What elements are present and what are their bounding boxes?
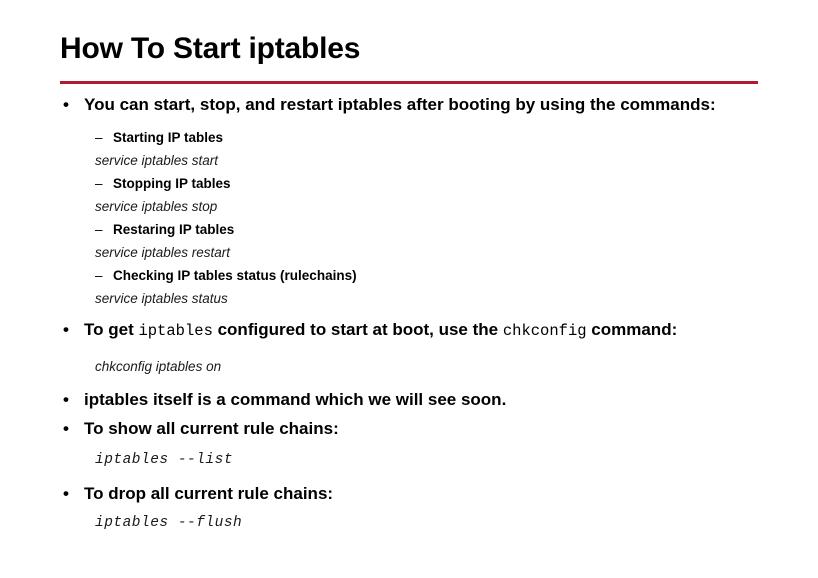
bullet-chkconfig-text-2: configured to start at boot, use the <box>212 320 503 339</box>
command-service-restart: service iptables restart <box>95 245 231 260</box>
bullet-intro-text: You can start, stop, and restart iptable… <box>84 95 716 114</box>
dash-marker: – <box>95 130 103 145</box>
bullet-marker: • <box>63 484 69 503</box>
bullet-drop-chains: • To drop all current rule chains: <box>0 483 818 504</box>
bullet-iptables-itself-text: iptables itself is a command which we wi… <box>84 390 507 409</box>
bullet-chkconfig-text-3: command: <box>586 320 678 339</box>
dash-marker: – <box>95 222 103 237</box>
command-chkconfig-on: chkconfig iptables on <box>95 359 222 374</box>
bullet-marker: • <box>63 320 69 339</box>
sub-item-label: Starting IP tables <box>113 130 224 145</box>
bullet-marker: • <box>63 390 69 409</box>
dash-marker: – <box>95 176 103 191</box>
sub-item-label: Restaring IP tables <box>113 222 235 237</box>
command-service-start: service iptables start <box>95 153 219 168</box>
command-service-status: service iptables status <box>95 291 228 306</box>
command-iptables-list: iptables --list <box>95 452 234 468</box>
inline-code-iptables: iptables <box>138 322 213 340</box>
sub-item-restarting: – Restaring IP tables <box>0 221 818 238</box>
sub-item-starting: – Starting IP tables <box>0 129 818 146</box>
bullet-show-chains-text: To show all current rule chains: <box>84 419 339 438</box>
command-iptables-flush: iptables --flush <box>95 515 243 531</box>
bullet-iptables-itself: • iptables itself is a command which we … <box>0 389 818 410</box>
page-title: How To Start iptables <box>60 32 361 65</box>
slide: How To Start iptables • You can start, s… <box>0 0 818 578</box>
bullet-marker: • <box>63 95 69 114</box>
bullet-chkconfig: • To get iptables configured to start at… <box>0 319 818 342</box>
dash-marker: – <box>95 268 103 283</box>
sub-item-stopping: – Stopping IP tables <box>0 175 818 192</box>
bullet-chkconfig-text-1: To get <box>84 320 139 339</box>
slide-body: • You can start, stop, and restart iptab… <box>0 94 818 532</box>
bullet-show-chains: • To show all current rule chains: <box>0 418 818 439</box>
bullet-drop-chains-text: To drop all current rule chains: <box>84 484 334 503</box>
command-service-stop: service iptables stop <box>95 199 218 214</box>
bullet-intro: • You can start, stop, and restart iptab… <box>0 94 818 115</box>
sub-item-label: Checking IP tables status (rulechains) <box>113 268 357 283</box>
title-divider <box>60 81 758 84</box>
bullet-marker: • <box>63 419 69 438</box>
sub-item-label: Stopping IP tables <box>113 176 231 191</box>
sub-item-checking: – Checking IP tables status (rulechains) <box>0 267 818 284</box>
inline-code-chkconfig: chkconfig <box>502 322 587 340</box>
